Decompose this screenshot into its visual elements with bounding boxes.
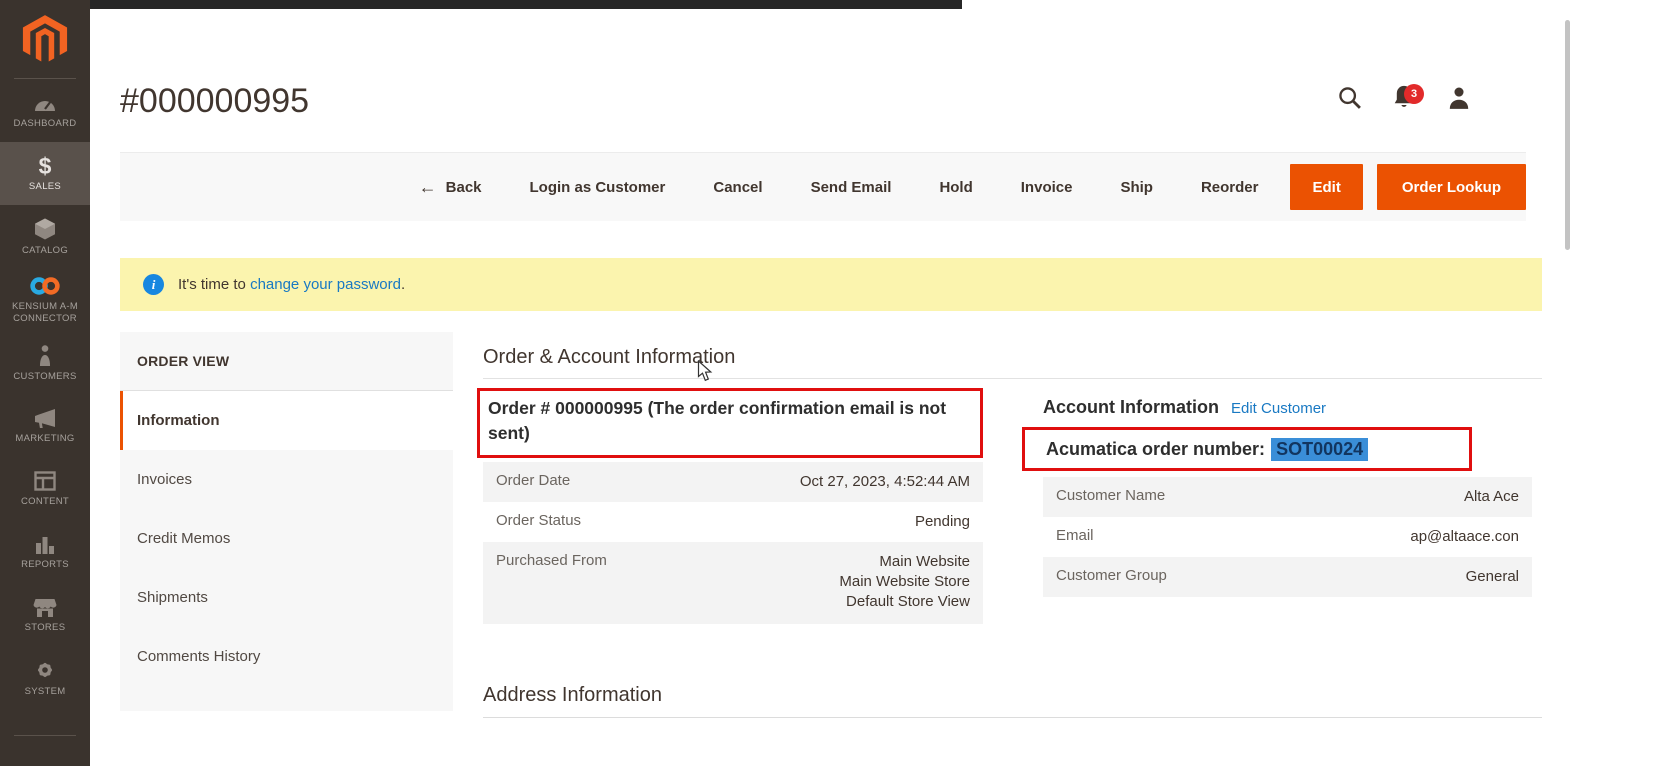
- acumatica-order-value: SOT00024: [1271, 438, 1368, 461]
- table-row-order-status: Order Status Pending: [483, 502, 983, 542]
- sidebar-item-label: CUSTOMERS: [11, 371, 78, 383]
- acumatica-order-label: Acumatica order number:: [1046, 439, 1265, 460]
- send-email-button[interactable]: Send Email: [787, 179, 916, 196]
- reports-chart-icon: [33, 533, 57, 555]
- table-row-customer-group: Customer Group General: [1043, 557, 1532, 597]
- table-row-customer-name: Customer Name Alta Ace: [1043, 477, 1532, 517]
- acumatica-order-highlight: Acumatica order number: SOT00024: [1022, 427, 1472, 471]
- back-button-label: Back: [446, 179, 482, 196]
- catalog-box-icon: [33, 217, 57, 241]
- sidebar-item-dashboard[interactable]: DASHBOARD: [0, 79, 90, 142]
- hold-button[interactable]: Hold: [915, 179, 996, 196]
- back-button[interactable]: ← Back: [395, 178, 506, 196]
- sidebar-item-label: MARKETING: [13, 433, 76, 445]
- tab-shipments[interactable]: Shipments: [120, 568, 453, 627]
- account-information-header: Account Information Edit Customer: [1043, 397, 1326, 418]
- sidebar-item-label: CONTENT: [19, 496, 71, 508]
- section-title-order-account: Order & Account Information: [483, 346, 1542, 379]
- row-value: Oct 27, 2023, 4:52:44 AM: [800, 462, 970, 492]
- table-row-email: Email ap@altaace.con: [1043, 517, 1532, 557]
- content-layout-icon: [33, 470, 57, 492]
- back-arrow-icon: ←: [419, 178, 437, 196]
- row-label: Customer Group: [1056, 557, 1167, 584]
- magento-logo-icon: [22, 14, 68, 64]
- search-icon[interactable]: [1336, 84, 1364, 112]
- account-info-table: Customer Name Alta Ace Email ap@altaace.…: [1043, 477, 1532, 597]
- edit-customer-link[interactable]: Edit Customer: [1231, 400, 1326, 417]
- customer-name-link[interactable]: Alta Ace: [1464, 477, 1519, 507]
- sidebar-item-label: SYSTEM: [23, 686, 68, 698]
- table-row-purchased-from: Purchased From Main Website Main Website…: [483, 542, 983, 624]
- row-value: Pending: [915, 502, 970, 532]
- sidebar-item-label: DASHBOARD: [12, 118, 79, 130]
- vertical-scrollbar-thumb[interactable]: [1565, 20, 1570, 250]
- section-title-address-information: Address Information: [483, 684, 1542, 718]
- sidebar-item-customers[interactable]: CUSTOMERS: [0, 331, 90, 394]
- cancel-button[interactable]: Cancel: [689, 179, 786, 196]
- sidebar-item-stores[interactable]: STORES: [0, 583, 90, 646]
- page-title: #000000995: [120, 82, 309, 121]
- tab-credit-memos[interactable]: Credit Memos: [120, 509, 453, 568]
- row-label: Email: [1056, 517, 1094, 544]
- magento-logo[interactable]: [0, 0, 90, 78]
- row-value: Main Website Main Website Store Default …: [839, 542, 970, 612]
- stores-storefront-icon: [33, 596, 57, 618]
- reorder-button[interactable]: Reorder: [1177, 179, 1283, 196]
- order-info-table: Order Date Oct 27, 2023, 4:52:44 AM Orde…: [483, 462, 983, 624]
- sales-dollar-icon: $: [39, 155, 52, 177]
- order-view-title: ORDER VIEW: [120, 332, 453, 391]
- sidebar-item-sales[interactable]: $ SALES: [0, 142, 90, 205]
- sidebar-item-content[interactable]: CONTENT: [0, 457, 90, 520]
- sidebar: DASHBOARD $ SALES CATALOG KENSIUM A-M CO…: [0, 0, 90, 766]
- ship-button[interactable]: Ship: [1096, 179, 1177, 196]
- sidebar-item-kensium-connector[interactable]: KENSIUM A-M CONNECTOR: [0, 268, 90, 331]
- order-actions-toolbar: ← Back Login as Customer Cancel Send Ema…: [120, 152, 1526, 221]
- system-gear-icon: [33, 658, 57, 682]
- table-row-order-date: Order Date Oct 27, 2023, 4:52:44 AM: [483, 462, 983, 502]
- account-information-title: Account Information: [1043, 397, 1219, 418]
- invoice-button[interactable]: Invoice: [997, 179, 1097, 196]
- row-value: General: [1466, 557, 1519, 587]
- row-label: Customer Name: [1056, 477, 1165, 504]
- marketing-megaphone-icon: [33, 407, 57, 429]
- edit-button[interactable]: Edit: [1290, 164, 1362, 210]
- sidebar-item-label: STORES: [23, 622, 68, 634]
- top-dark-strip: [90, 0, 962, 9]
- dashboard-icon: [33, 92, 57, 114]
- tab-comments-history[interactable]: Comments History: [120, 627, 453, 686]
- login-as-customer-button[interactable]: Login as Customer: [506, 179, 690, 196]
- tab-information[interactable]: Information: [120, 391, 453, 450]
- order-confirmation-highlight: Order # 000000995 (The order confirmatio…: [477, 388, 983, 458]
- row-label: Order Status: [496, 502, 581, 529]
- password-notice-bar: i It's time to change your password.: [120, 258, 1542, 311]
- sidebar-item-marketing[interactable]: MARKETING: [0, 394, 90, 457]
- customers-person-icon: [34, 343, 56, 367]
- info-icon: i: [143, 274, 164, 295]
- change-password-link[interactable]: change your password: [250, 276, 401, 293]
- row-label: Purchased From: [496, 542, 607, 569]
- sidebar-item-label: KENSIUM A-M CONNECTOR: [0, 301, 90, 325]
- magento-admin-order-page: DASHBOARD $ SALES CATALOG KENSIUM A-M CO…: [0, 0, 1670, 766]
- notice-text: It's time to change your password.: [178, 276, 405, 293]
- mouse-cursor: [697, 360, 714, 382]
- sidebar-item-system[interactable]: SYSTEM: [0, 646, 90, 709]
- row-label: Order Date: [496, 462, 570, 489]
- sidebar-item-label: CATALOG: [20, 245, 70, 257]
- sidebar-item-catalog[interactable]: CATALOG: [0, 205, 90, 268]
- kensium-infinity-icon: [26, 275, 64, 297]
- customer-email-link[interactable]: ap@altaace.con: [1410, 517, 1519, 547]
- account-user-icon[interactable]: [1446, 85, 1472, 111]
- order-view-panel: ORDER VIEW Information Invoices Credit M…: [120, 332, 453, 711]
- tab-invoices[interactable]: Invoices: [120, 450, 453, 509]
- sidebar-item-label: SALES: [27, 181, 63, 193]
- sidebar-item-label: REPORTS: [19, 559, 71, 571]
- order-lookup-button[interactable]: Order Lookup: [1377, 164, 1526, 210]
- notification-count-badge[interactable]: 3: [1404, 84, 1424, 104]
- sidebar-bottom-divider: [14, 735, 76, 736]
- sidebar-item-reports[interactable]: REPORTS: [0, 520, 90, 583]
